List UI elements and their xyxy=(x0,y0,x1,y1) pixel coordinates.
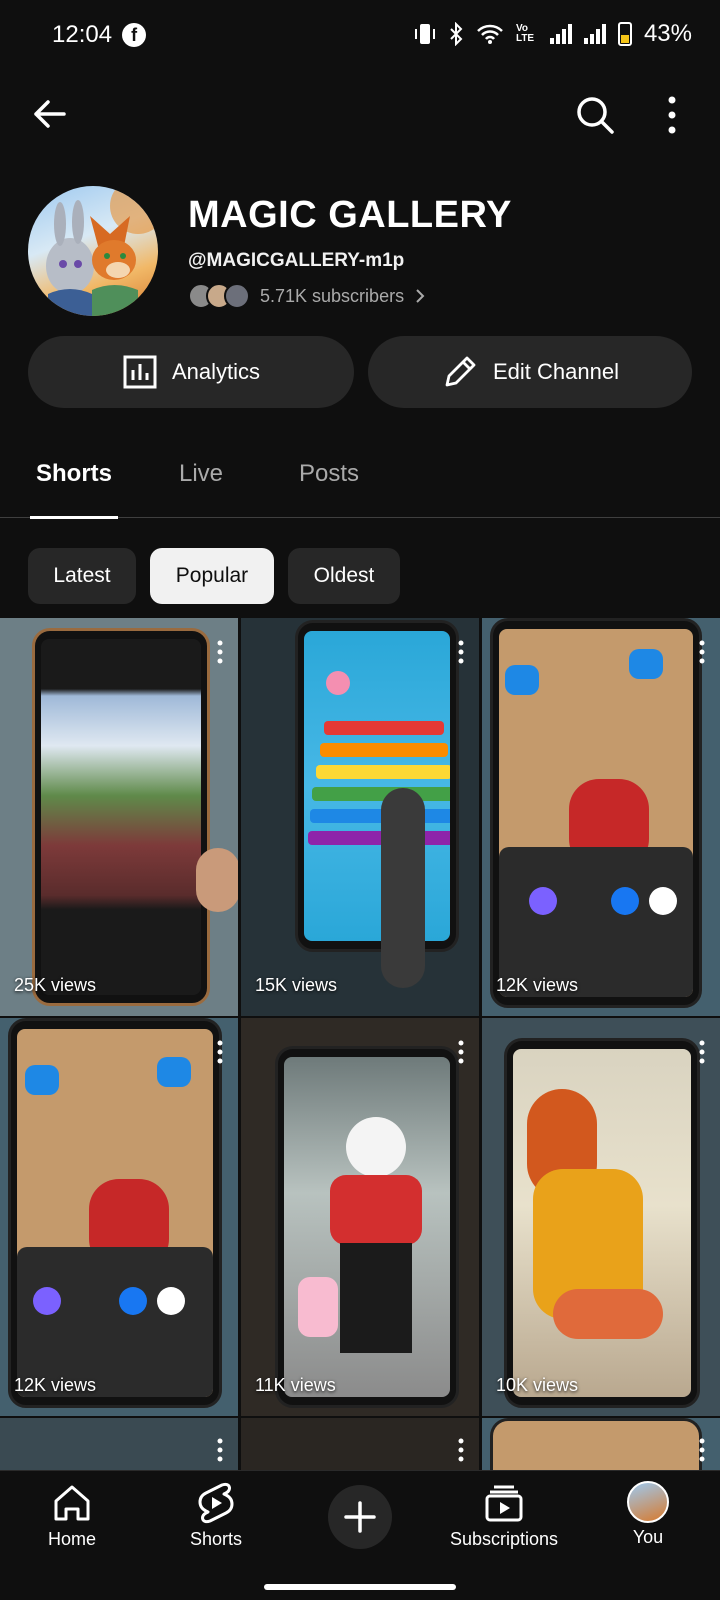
analytics-label: Analytics xyxy=(171,359,261,384)
short-thumbnail[interactable]: 15K views xyxy=(241,618,479,1016)
channel-tabs: Shorts Live Posts xyxy=(0,460,720,519)
signal-icon xyxy=(549,24,572,44)
edit-channel-button[interactable]: Edit Channel xyxy=(368,336,692,408)
edit-channel-label: Edit Channel xyxy=(493,359,619,384)
bottom-navigation: Home Shorts Subscriptions You xyxy=(0,1470,720,1600)
nav-subscriptions-label: Subscriptions xyxy=(449,1529,559,1549)
tab-live[interactable]: Live xyxy=(179,460,223,518)
short-thumbnail[interactable]: 25K views xyxy=(0,618,238,1016)
battery-percent: 43% xyxy=(643,20,692,47)
analytics-button[interactable]: Analytics xyxy=(28,336,354,408)
nav-shorts[interactable]: Shorts xyxy=(146,1481,286,1550)
status-bar: 12:04 f Vo LTE 43% xyxy=(0,0,720,70)
subscriptions-icon xyxy=(485,1485,523,1522)
more-vert-icon[interactable] xyxy=(698,1040,706,1064)
more-vert-icon[interactable] xyxy=(457,1438,465,1462)
more-vert-icon[interactable] xyxy=(216,1438,224,1462)
tab-posts[interactable]: Posts xyxy=(299,460,359,518)
short-thumbnail[interactable]: 11K views xyxy=(241,1018,479,1416)
home-indicator[interactable] xyxy=(264,1584,456,1590)
nav-you-label: You xyxy=(632,1527,664,1547)
create-button[interactable] xyxy=(328,1485,392,1549)
analytics-icon xyxy=(123,355,157,389)
nav-shorts-label: Shorts xyxy=(189,1529,243,1549)
more-vert-icon[interactable] xyxy=(457,640,465,664)
pencil-icon xyxy=(445,356,476,387)
tab-shorts[interactable]: Shorts xyxy=(29,460,119,519)
channel-avatar[interactable] xyxy=(28,186,158,316)
chip-popular[interactable]: Popular xyxy=(150,548,274,604)
vibrate-icon xyxy=(414,24,435,44)
view-count: 25K views xyxy=(14,975,97,995)
short-thumbnail[interactable]: 10K views xyxy=(482,1018,720,1416)
nav-home-label: Home xyxy=(47,1529,96,1549)
more-vert-icon[interactable] xyxy=(457,1040,465,1064)
subscriber-count: 5.71K subscribers xyxy=(260,285,405,306)
view-count: 12K views xyxy=(496,975,579,995)
status-time: 12:04 xyxy=(52,21,113,48)
nav-subscriptions[interactable]: Subscriptions xyxy=(434,1481,574,1550)
channel-avatar-art xyxy=(46,186,158,316)
more-vert-icon[interactable] xyxy=(216,640,224,664)
channel-handle: @MAGICGALLERY-m1p xyxy=(188,250,405,271)
short-thumbnail[interactable]: 12K views xyxy=(482,618,720,1016)
signal-icon-2 xyxy=(583,24,606,44)
subscribers-row[interactable]: 5.71K subscribers xyxy=(188,283,426,309)
volte-label: Vo LTE xyxy=(515,23,535,44)
facebook-notification-icon: f xyxy=(122,23,147,47)
home-icon xyxy=(54,1485,90,1521)
avatar xyxy=(627,1481,669,1523)
search-icon[interactable] xyxy=(574,94,616,136)
channel-name: MAGIC GALLERY xyxy=(188,194,512,236)
view-count: 15K views xyxy=(255,975,338,995)
nav-you[interactable]: You xyxy=(578,1481,718,1548)
chevron-right-icon xyxy=(416,289,425,303)
short-thumbnail[interactable]: 12K views xyxy=(0,1018,238,1416)
chip-latest[interactable]: Latest xyxy=(28,548,136,604)
subscriber-avatars xyxy=(188,283,250,309)
view-count: 10K views xyxy=(496,1375,579,1395)
view-count: 12K views xyxy=(14,1375,97,1395)
short-thumbnail[interactable] xyxy=(482,1418,720,1470)
bluetooth-icon xyxy=(450,22,463,46)
more-vert-icon[interactable] xyxy=(698,640,706,664)
more-vert-icon[interactable] xyxy=(698,1438,706,1462)
nav-home[interactable]: Home xyxy=(2,1481,142,1550)
back-arrow-icon[interactable] xyxy=(30,94,70,134)
app-bar xyxy=(0,80,720,150)
chip-oldest[interactable]: Oldest xyxy=(288,548,400,604)
view-count: 11K views xyxy=(255,1375,336,1395)
more-vert-icon[interactable] xyxy=(660,94,684,136)
short-thumbnail[interactable] xyxy=(0,1418,238,1470)
plus-icon xyxy=(344,1501,376,1533)
more-vert-icon[interactable] xyxy=(216,1040,224,1064)
shorts-icon xyxy=(198,1482,234,1524)
battery-icon xyxy=(617,22,632,46)
short-thumbnail[interactable] xyxy=(241,1418,479,1470)
shorts-grid: 25K views 15K views 12K views 12K views … xyxy=(0,618,720,1470)
wifi-icon xyxy=(477,24,503,44)
